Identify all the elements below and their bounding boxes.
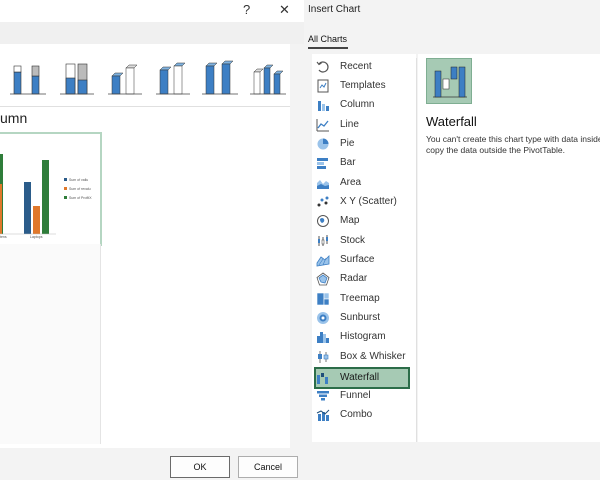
chart-type-histogram[interactable]: Histogram <box>316 328 408 346</box>
chart-type-templates[interactable]: Templates <box>316 77 408 95</box>
detail-description-line: You can't create this chart type with da… <box>426 134 600 144</box>
box-whisker-chart-icon <box>318 351 329 363</box>
recent-icon <box>316 61 329 73</box>
radar-chart-icon <box>316 272 330 286</box>
chart-type-label: Pie <box>340 138 355 149</box>
chart-type-label: Sunburst <box>340 312 381 323</box>
list-divider <box>416 58 417 442</box>
scatter-chart-icon <box>317 196 329 207</box>
legend-swatch <box>64 178 67 181</box>
chart-type-label: Waterfall <box>340 372 380 383</box>
percent-stacked-column-variant-icon[interactable] <box>56 58 96 98</box>
axis-label: tens <box>0 235 7 239</box>
templates-icon <box>317 79 329 93</box>
chart-type-line[interactable]: Line <box>316 116 408 134</box>
chart-type-funnel[interactable]: Funnel <box>316 387 408 405</box>
chart-type-surface[interactable]: Surface <box>316 251 408 269</box>
chart-type-label: Map <box>340 215 360 226</box>
axis-label: Laptops <box>30 235 43 239</box>
chart-type-sunburst[interactable]: Sunburst <box>316 309 408 327</box>
detail-description: You can't create this chart type with da… <box>426 134 600 156</box>
chart-type-label: Area <box>340 177 362 188</box>
3d-stacked-column-variant-icon[interactable] <box>152 58 192 98</box>
legend-swatch <box>64 196 67 199</box>
chart-type-label: Line <box>340 119 359 130</box>
treemap-chart-icon <box>316 292 330 306</box>
ok-button[interactable]: OK <box>170 456 230 478</box>
pie-chart-icon <box>317 138 329 150</box>
funnel-chart-icon <box>317 391 329 401</box>
chart-type-label: Bar <box>340 157 356 168</box>
surface-chart-icon <box>316 255 330 267</box>
tab-underline <box>308 47 348 49</box>
chart-type-waterfall[interactable]: Waterfall <box>314 367 410 389</box>
legend-entry: Sum of revalu <box>69 187 91 191</box>
chart-type-recent[interactable]: Recent <box>316 58 408 76</box>
chart-type-label: Box & Whisker <box>340 351 406 362</box>
stacked-column-variant-icon[interactable] <box>8 58 48 98</box>
chart-type-label: Radar <box>340 273 368 284</box>
dialog-title: Insert Chart <box>308 4 361 15</box>
chart-type-combo[interactable]: Combo <box>316 406 408 424</box>
chart-type-stock[interactable]: Stock <box>316 232 408 250</box>
chart-type-column[interactable]: Column <box>316 96 408 114</box>
variant-separator <box>0 106 290 107</box>
bar-chart-icon <box>317 158 328 169</box>
chart-type-label: X Y (Scatter) <box>340 196 397 207</box>
waterfall-preview-thumbnail[interactable] <box>426 58 472 104</box>
legend-swatch <box>64 187 67 190</box>
column-variants-row <box>0 52 290 104</box>
chart-detail-panel <box>418 54 600 442</box>
help-icon[interactable]: ? <box>243 2 250 17</box>
chart-type-label: Funnel <box>340 390 371 401</box>
waterfall-thumbnail-icon <box>433 66 467 98</box>
preview-bar <box>0 184 2 234</box>
preview-chart: Sum of vallu Sum of revalu Sum of Profit… <box>0 154 92 239</box>
chart-type-label: Combo <box>340 409 373 420</box>
histogram-chart-icon <box>317 332 329 343</box>
combo-chart-icon <box>316 409 330 421</box>
stock-chart-icon <box>318 235 328 246</box>
map-chart-icon <box>317 215 329 227</box>
area-chart-icon <box>317 180 329 189</box>
preview-bar <box>33 206 40 234</box>
chart-type-radar[interactable]: Radar <box>316 270 408 288</box>
3d-column-variant-icon[interactable] <box>248 58 288 98</box>
column-chart-icon <box>318 101 329 111</box>
chart-type-pie[interactable]: Pie <box>316 135 408 153</box>
subtype-title: umn <box>0 110 28 126</box>
waterfall-chart-icon <box>317 373 328 384</box>
cancel-button[interactable]: Cancel <box>238 456 298 478</box>
chart-preview[interactable]: Sum of vallu Sum of revalu Sum of Profit… <box>0 132 102 246</box>
chart-type-scatter[interactable]: X Y (Scatter) <box>316 193 408 211</box>
preview-bar <box>42 160 49 234</box>
detail-description-line: copy the data outside the PivotTable. <box>426 145 565 155</box>
chart-type-label: Histogram <box>340 331 386 342</box>
chart-type-area[interactable]: Area <box>316 174 408 192</box>
chart-type-treemap[interactable]: Treemap <box>316 290 408 308</box>
preview-lower-area <box>0 244 101 444</box>
chart-type-label: Recent <box>340 61 372 72</box>
chart-type-bar[interactable]: Bar <box>316 154 408 172</box>
chart-type-label: Stock <box>340 235 366 246</box>
preview-bar <box>24 182 31 234</box>
chart-type-label: Column <box>340 99 375 110</box>
chart-type-box-whisker[interactable]: Box & Whisker <box>316 348 408 366</box>
3d-percent-stacked-column-variant-icon[interactable] <box>200 58 240 98</box>
close-icon[interactable]: ✕ <box>279 2 290 18</box>
sunburst-chart-icon <box>317 312 329 324</box>
chart-type-label: Templates <box>340 80 386 91</box>
left-titlebar: ? ✕ <box>0 0 304 22</box>
right-footer <box>304 442 600 480</box>
line-chart-icon <box>316 119 329 132</box>
chart-type-map[interactable]: Map <box>316 212 408 230</box>
chart-type-label: Surface <box>340 254 375 265</box>
legend-entry: Sum of vallu <box>69 178 88 182</box>
3d-clustered-column-variant-icon[interactable] <box>104 58 144 98</box>
left-top-band <box>0 22 304 44</box>
chart-type-label: Treemap <box>340 293 380 304</box>
detail-heading: Waterfall <box>426 114 477 129</box>
tab-all-charts[interactable]: All Charts <box>308 34 347 44</box>
legend-entry: Sum of ProfitX <box>69 196 92 200</box>
